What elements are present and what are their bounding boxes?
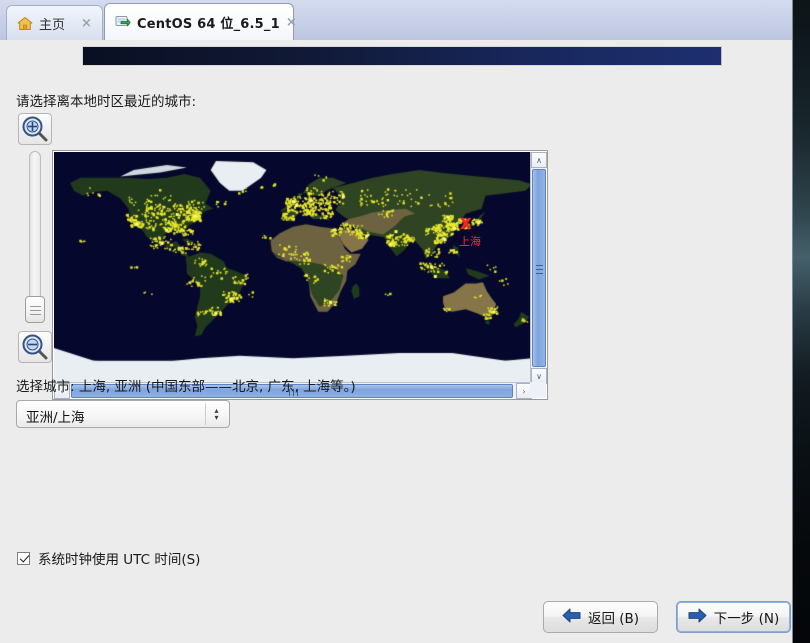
utc-clock-checkbox[interactable] <box>17 551 30 565</box>
timezone-map-section: X 上海 ∧ ∨ ‹ › <box>16 113 548 400</box>
desktop-wallpaper-edge <box>792 0 810 643</box>
back-button[interactable]: 返回 (B) <box>543 601 658 633</box>
tab-home-close-icon[interactable]: × <box>79 16 94 31</box>
timezone-select[interactable]: 亚洲/上海 ▴ ▾ <box>16 400 230 428</box>
selected-city-marker: X <box>460 215 472 233</box>
virtual-machine-icon <box>115 15 131 30</box>
timezone-prompt-label: 请选择离本地时区最近的城市: <box>16 94 197 110</box>
map-zoom-controls <box>16 113 54 363</box>
installer-content: 请选择离本地时区最近的城市: X 上海 ∧ ∨ ‹ › 选择城市: 上海, 亚洲… <box>0 40 792 643</box>
selected-city-label: 上海 <box>459 235 481 248</box>
zoom-out-button[interactable] <box>18 331 52 363</box>
next-button[interactable]: 下一步 (N) <box>676 601 791 633</box>
map-scroll-up-button[interactable]: ∧ <box>531 152 547 168</box>
next-button-label: 下一步 (N) <box>713 611 780 627</box>
world-map-panel: X 上海 ∧ ∨ ‹ › <box>52 150 548 400</box>
arrow-right-icon <box>688 608 707 627</box>
application-window: 主页 × CentOS 64 位_6.5_1 × 请选择离本地时区最近的城市: <box>0 0 810 643</box>
back-button-label: 返回 (B) <box>587 611 640 627</box>
tab-bar: 主页 × CentOS 64 位_6.5_1 × <box>0 0 792 40</box>
home-icon <box>17 16 33 31</box>
utc-clock-checkbox-label: 系统时钟使用 UTC 时间(S) <box>38 552 201 568</box>
zoom-in-button[interactable] <box>18 113 52 145</box>
world-map-view[interactable]: X 上海 <box>54 152 532 384</box>
installer-banner <box>82 46 722 66</box>
timezone-select-value: 亚洲/上海 <box>26 410 85 426</box>
map-vertical-scroll-thumb[interactable] <box>532 169 546 367</box>
tab-centos-vm[interactable]: CentOS 64 位_6.5_1 × <box>104 3 297 40</box>
scrollbar-corner <box>530 382 546 398</box>
map-zoom-slider-handle[interactable] <box>25 296 45 323</box>
utc-clock-checkbox-row[interactable]: 系统时钟使用 UTC 时间(S) <box>17 548 200 568</box>
tab-home-label: 主页 <box>39 17 66 33</box>
tab-centos-vm-label: CentOS 64 位_6.5_1 <box>137 16 280 32</box>
chevron-down-icon: ▾ <box>214 413 219 422</box>
arrow-left-icon <box>562 608 581 627</box>
timezone-select-chevrons[interactable]: ▴ ▾ <box>205 403 227 425</box>
map-vertical-scrollbar[interactable]: ∧ ∨ <box>530 152 547 384</box>
world-map-image <box>54 152 532 384</box>
selected-city-description: 选择城市: 上海, 亚洲 (中国东部——北京, 广东, 上海等。) <box>16 379 356 395</box>
tab-centos-vm-close-icon[interactable]: × <box>286 15 297 30</box>
tab-home[interactable]: 主页 × <box>6 5 103 40</box>
